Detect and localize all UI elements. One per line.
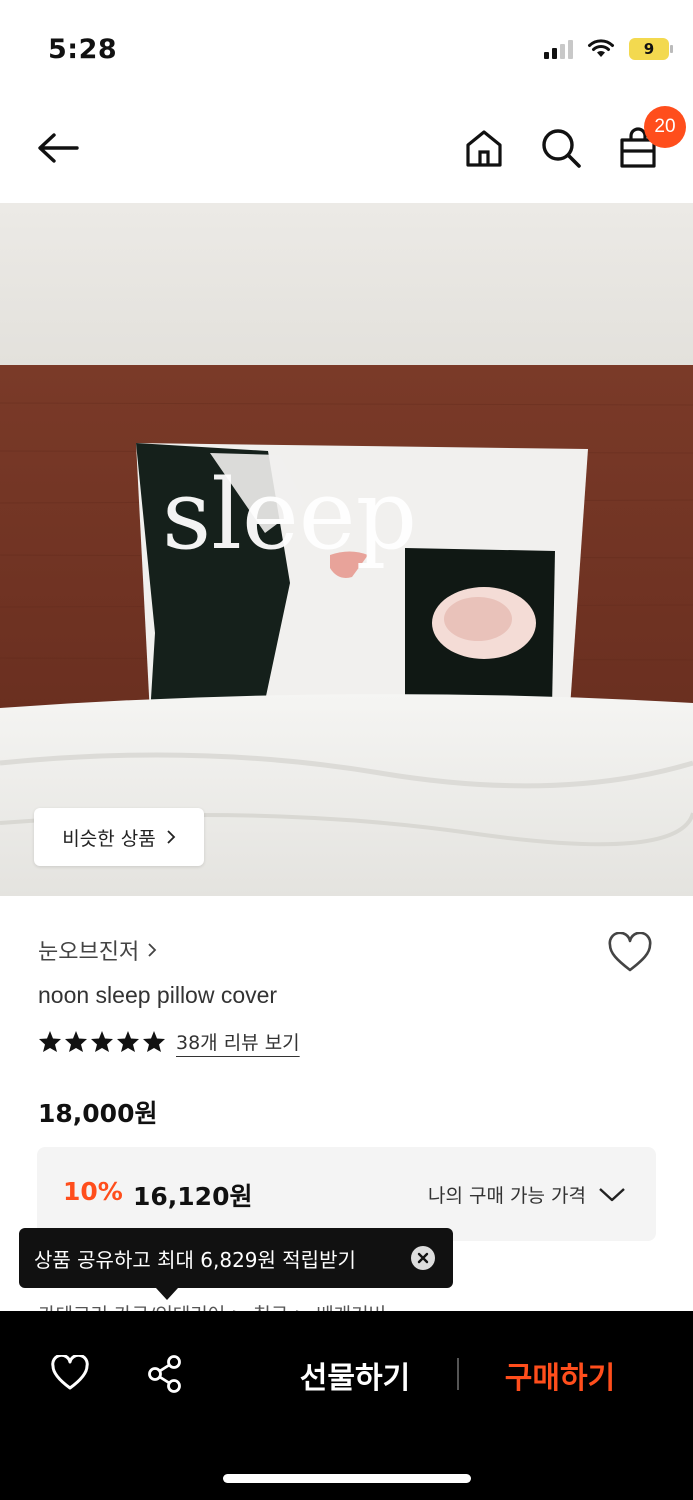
cart-count-badge: 20 bbox=[644, 106, 686, 148]
cart-button[interactable]: 20 bbox=[612, 106, 686, 174]
product-name: noon sleep pillow cover bbox=[38, 982, 278, 1008]
product-image[interactable]: sleep 비슷한 상품 bbox=[0, 203, 693, 896]
pillow-photo: sleep bbox=[0, 203, 693, 896]
my-price-label: 나의 구매 가능 가격 bbox=[428, 1185, 586, 1207]
brand-name: 눈오브진저 bbox=[38, 940, 140, 965]
chevron-right-icon bbox=[167, 830, 175, 844]
rating-row: 38개 리뷰 보기 bbox=[38, 1028, 300, 1055]
status-bar: 5:28 9 bbox=[0, 0, 693, 96]
star-icon bbox=[143, 1031, 165, 1052]
gift-button[interactable]: 선물하기 bbox=[285, 1349, 425, 1401]
bottom-wishlist-button[interactable] bbox=[50, 1353, 90, 1395]
brand-link[interactable]: 눈오브진저 bbox=[38, 934, 157, 966]
my-price-toggle[interactable]: 나의 구매 가능 가격 bbox=[428, 1181, 626, 1208]
star-icon bbox=[117, 1031, 139, 1052]
button-divider bbox=[457, 1358, 459, 1390]
price-box[interactable]: 10% 16,120원 나의 구매 가능 가격 bbox=[37, 1147, 656, 1241]
home-button[interactable] bbox=[458, 122, 510, 174]
star-icon bbox=[91, 1031, 113, 1052]
heart-icon bbox=[608, 931, 652, 972]
wifi-icon bbox=[588, 39, 614, 57]
discount-rate: 10% bbox=[63, 1177, 123, 1206]
star-icon bbox=[39, 1031, 61, 1052]
home-indicator bbox=[223, 1474, 471, 1483]
back-button[interactable] bbox=[32, 122, 84, 174]
review-link[interactable]: 38개 리뷰 보기 bbox=[176, 1028, 300, 1055]
home-icon bbox=[466, 130, 502, 167]
pillow-print-text: sleep bbox=[162, 459, 417, 571]
tooltip-text: 상품 공유하고 최대 6,829원 적립받기 bbox=[34, 1247, 356, 1272]
battery-icon: 9 bbox=[629, 38, 673, 60]
search-button[interactable] bbox=[535, 122, 587, 174]
chevron-right-icon bbox=[148, 943, 157, 957]
status-icons: 9 bbox=[544, 38, 673, 60]
similar-products-label: 비슷한 상품 bbox=[62, 827, 156, 850]
sale-price: 16,120원 bbox=[133, 1182, 253, 1211]
battery-level: 9 bbox=[643, 40, 655, 58]
wishlist-button[interactable] bbox=[607, 931, 653, 978]
status-time: 5:28 bbox=[48, 34, 118, 65]
original-price: 18,000원 bbox=[38, 1099, 158, 1128]
rating-stars bbox=[38, 1030, 166, 1053]
share-button[interactable] bbox=[147, 1355, 183, 1397]
close-icon bbox=[417, 1252, 429, 1264]
top-nav: 20 bbox=[0, 100, 693, 200]
chevron-down-icon bbox=[599, 1187, 625, 1201]
bottom-action-bar: 선물하기 구매하기 bbox=[0, 1311, 693, 1500]
share-icon bbox=[148, 1355, 181, 1393]
heart-icon bbox=[51, 1353, 89, 1390]
search-icon bbox=[542, 129, 581, 168]
back-arrow-icon bbox=[38, 133, 79, 163]
buy-button[interactable]: 구매하기 bbox=[490, 1349, 630, 1401]
similar-products-button[interactable]: 비슷한 상품 bbox=[34, 808, 204, 866]
star-icon bbox=[65, 1031, 87, 1052]
share-reward-tooltip: 상품 공유하고 최대 6,829원 적립받기 bbox=[19, 1228, 453, 1300]
tooltip-close-button[interactable] bbox=[411, 1246, 435, 1270]
signal-icon bbox=[544, 39, 573, 59]
